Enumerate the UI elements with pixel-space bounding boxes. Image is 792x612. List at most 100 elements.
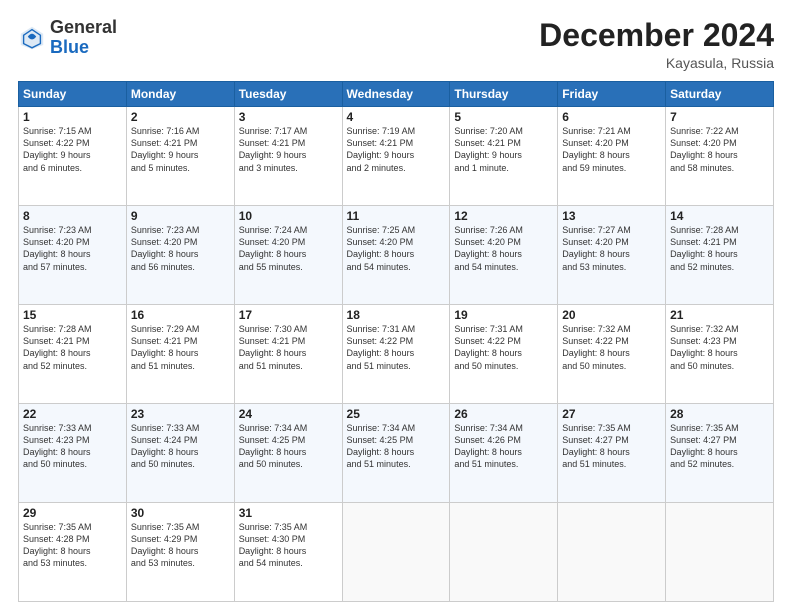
day-number: 1 (23, 110, 122, 124)
day-number: 8 (23, 209, 122, 223)
cell-info: Sunrise: 7:35 AMSunset: 4:27 PMDaylight:… (670, 422, 769, 471)
day-number: 24 (239, 407, 338, 421)
day-number: 7 (670, 110, 769, 124)
day-number: 29 (23, 506, 122, 520)
calendar-cell (558, 503, 666, 602)
cell-info: Sunrise: 7:35 AMSunset: 4:28 PMDaylight:… (23, 521, 122, 570)
calendar-cell: 29Sunrise: 7:35 AMSunset: 4:28 PMDayligh… (19, 503, 127, 602)
calendar-week-1: 1Sunrise: 7:15 AMSunset: 4:22 PMDaylight… (19, 107, 774, 206)
location: Kayasula, Russia (539, 55, 774, 71)
cell-info: Sunrise: 7:28 AMSunset: 4:21 PMDaylight:… (670, 224, 769, 273)
day-number: 21 (670, 308, 769, 322)
day-number: 25 (347, 407, 446, 421)
calendar-cell: 19Sunrise: 7:31 AMSunset: 4:22 PMDayligh… (450, 305, 558, 404)
cell-info: Sunrise: 7:35 AMSunset: 4:29 PMDaylight:… (131, 521, 230, 570)
cell-info: Sunrise: 7:28 AMSunset: 4:21 PMDaylight:… (23, 323, 122, 372)
day-number: 10 (239, 209, 338, 223)
cell-info: Sunrise: 7:27 AMSunset: 4:20 PMDaylight:… (562, 224, 661, 273)
day-number: 18 (347, 308, 446, 322)
col-thursday: Thursday (450, 82, 558, 107)
calendar-cell: 23Sunrise: 7:33 AMSunset: 4:24 PMDayligh… (126, 404, 234, 503)
cell-info: Sunrise: 7:19 AMSunset: 4:21 PMDaylight:… (347, 125, 446, 174)
day-number: 6 (562, 110, 661, 124)
calendar-week-2: 8Sunrise: 7:23 AMSunset: 4:20 PMDaylight… (19, 206, 774, 305)
calendar-cell: 9Sunrise: 7:23 AMSunset: 4:20 PMDaylight… (126, 206, 234, 305)
calendar-cell: 15Sunrise: 7:28 AMSunset: 4:21 PMDayligh… (19, 305, 127, 404)
col-sunday: Sunday (19, 82, 127, 107)
calendar-cell: 22Sunrise: 7:33 AMSunset: 4:23 PMDayligh… (19, 404, 127, 503)
day-number: 9 (131, 209, 230, 223)
calendar-cell: 16Sunrise: 7:29 AMSunset: 4:21 PMDayligh… (126, 305, 234, 404)
calendar-week-3: 15Sunrise: 7:28 AMSunset: 4:21 PMDayligh… (19, 305, 774, 404)
col-wednesday: Wednesday (342, 82, 450, 107)
day-number: 4 (347, 110, 446, 124)
header: General Blue December 2024 Kayasula, Rus… (18, 18, 774, 71)
day-number: 30 (131, 506, 230, 520)
calendar-cell: 5Sunrise: 7:20 AMSunset: 4:21 PMDaylight… (450, 107, 558, 206)
day-number: 26 (454, 407, 553, 421)
day-number: 23 (131, 407, 230, 421)
calendar-table: Sunday Monday Tuesday Wednesday Thursday… (18, 81, 774, 602)
cell-info: Sunrise: 7:22 AMSunset: 4:20 PMDaylight:… (670, 125, 769, 174)
cell-info: Sunrise: 7:15 AMSunset: 4:22 PMDaylight:… (23, 125, 122, 174)
cell-info: Sunrise: 7:35 AMSunset: 4:27 PMDaylight:… (562, 422, 661, 471)
calendar-cell: 25Sunrise: 7:34 AMSunset: 4:25 PMDayligh… (342, 404, 450, 503)
cell-info: Sunrise: 7:24 AMSunset: 4:20 PMDaylight:… (239, 224, 338, 273)
cell-info: Sunrise: 7:34 AMSunset: 4:25 PMDaylight:… (239, 422, 338, 471)
calendar-cell: 26Sunrise: 7:34 AMSunset: 4:26 PMDayligh… (450, 404, 558, 503)
day-number: 22 (23, 407, 122, 421)
calendar-cell: 1Sunrise: 7:15 AMSunset: 4:22 PMDaylight… (19, 107, 127, 206)
cell-info: Sunrise: 7:25 AMSunset: 4:20 PMDaylight:… (347, 224, 446, 273)
day-number: 28 (670, 407, 769, 421)
calendar-cell: 12Sunrise: 7:26 AMSunset: 4:20 PMDayligh… (450, 206, 558, 305)
calendar-cell: 3Sunrise: 7:17 AMSunset: 4:21 PMDaylight… (234, 107, 342, 206)
cell-info: Sunrise: 7:33 AMSunset: 4:23 PMDaylight:… (23, 422, 122, 471)
day-number: 2 (131, 110, 230, 124)
calendar-cell (450, 503, 558, 602)
cell-info: Sunrise: 7:20 AMSunset: 4:21 PMDaylight:… (454, 125, 553, 174)
calendar-cell: 30Sunrise: 7:35 AMSunset: 4:29 PMDayligh… (126, 503, 234, 602)
calendar-header-row: Sunday Monday Tuesday Wednesday Thursday… (19, 82, 774, 107)
day-number: 11 (347, 209, 446, 223)
cell-info: Sunrise: 7:26 AMSunset: 4:20 PMDaylight:… (454, 224, 553, 273)
col-monday: Monday (126, 82, 234, 107)
calendar-cell: 18Sunrise: 7:31 AMSunset: 4:22 PMDayligh… (342, 305, 450, 404)
cell-info: Sunrise: 7:29 AMSunset: 4:21 PMDaylight:… (131, 323, 230, 372)
logo-general: General (50, 17, 117, 37)
calendar-cell: 10Sunrise: 7:24 AMSunset: 4:20 PMDayligh… (234, 206, 342, 305)
day-number: 20 (562, 308, 661, 322)
day-number: 13 (562, 209, 661, 223)
cell-info: Sunrise: 7:34 AMSunset: 4:26 PMDaylight:… (454, 422, 553, 471)
calendar-cell: 31Sunrise: 7:35 AMSunset: 4:30 PMDayligh… (234, 503, 342, 602)
cell-info: Sunrise: 7:17 AMSunset: 4:21 PMDaylight:… (239, 125, 338, 174)
calendar-cell: 24Sunrise: 7:34 AMSunset: 4:25 PMDayligh… (234, 404, 342, 503)
calendar-cell: 7Sunrise: 7:22 AMSunset: 4:20 PMDaylight… (666, 107, 774, 206)
logo-text: General Blue (50, 18, 117, 58)
month-title: December 2024 (539, 18, 774, 53)
page: General Blue December 2024 Kayasula, Rus… (0, 0, 792, 612)
day-number: 12 (454, 209, 553, 223)
cell-info: Sunrise: 7:30 AMSunset: 4:21 PMDaylight:… (239, 323, 338, 372)
day-number: 19 (454, 308, 553, 322)
calendar-cell: 6Sunrise: 7:21 AMSunset: 4:20 PMDaylight… (558, 107, 666, 206)
calendar-cell: 13Sunrise: 7:27 AMSunset: 4:20 PMDayligh… (558, 206, 666, 305)
cell-info: Sunrise: 7:21 AMSunset: 4:20 PMDaylight:… (562, 125, 661, 174)
calendar-cell: 28Sunrise: 7:35 AMSunset: 4:27 PMDayligh… (666, 404, 774, 503)
day-number: 5 (454, 110, 553, 124)
cell-info: Sunrise: 7:23 AMSunset: 4:20 PMDaylight:… (23, 224, 122, 273)
cell-info: Sunrise: 7:16 AMSunset: 4:21 PMDaylight:… (131, 125, 230, 174)
calendar-cell: 17Sunrise: 7:30 AMSunset: 4:21 PMDayligh… (234, 305, 342, 404)
cell-info: Sunrise: 7:33 AMSunset: 4:24 PMDaylight:… (131, 422, 230, 471)
col-saturday: Saturday (666, 82, 774, 107)
calendar-cell (342, 503, 450, 602)
cell-info: Sunrise: 7:34 AMSunset: 4:25 PMDaylight:… (347, 422, 446, 471)
col-friday: Friday (558, 82, 666, 107)
cell-info: Sunrise: 7:31 AMSunset: 4:22 PMDaylight:… (454, 323, 553, 372)
calendar-cell: 20Sunrise: 7:32 AMSunset: 4:22 PMDayligh… (558, 305, 666, 404)
logo-blue: Blue (50, 37, 89, 57)
cell-info: Sunrise: 7:32 AMSunset: 4:22 PMDaylight:… (562, 323, 661, 372)
calendar-cell: 8Sunrise: 7:23 AMSunset: 4:20 PMDaylight… (19, 206, 127, 305)
calendar-cell: 2Sunrise: 7:16 AMSunset: 4:21 PMDaylight… (126, 107, 234, 206)
day-number: 31 (239, 506, 338, 520)
calendar-cell: 14Sunrise: 7:28 AMSunset: 4:21 PMDayligh… (666, 206, 774, 305)
